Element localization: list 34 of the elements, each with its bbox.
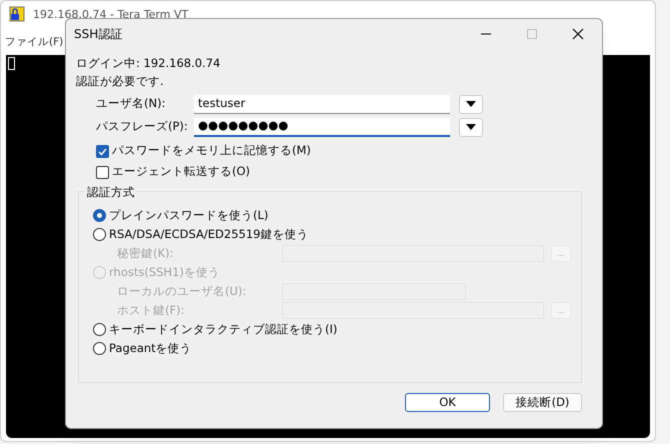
prompt-text: 認証が必要です. [76,73,165,90]
radio-label: キーボードインタラクティブ認証を使う(I) [109,320,338,338]
checkbox-label: エージェント転送する(O) [112,163,250,180]
radio-label: rhosts(SSH1)を使う [109,264,220,281]
checkbox[interactable] [96,144,109,158]
field-label: ユーザ名(N): [96,95,166,112]
input-field[interactable]: testuser [194,94,450,114]
disconnect-button[interactable]: 接続断(D) [503,393,582,412]
caret-icon [466,124,476,130]
checkbox-label: パスワードをメモリ上に記憶する(M) [112,142,311,160]
field-label: ホスト鍵(F): [117,302,186,319]
status-text: ログイン中: 192.168.0.74 [76,55,222,72]
dropdown-button[interactable] [459,118,483,136]
app-icon [9,6,25,22]
close-icon[interactable] [572,28,584,40]
window-title: 192.168.0.74 - Tera Term VT [33,8,188,20]
radio-label: RSA/DSA/ECDSA/ED25519鍵を使う [109,226,308,243]
dropdown-button[interactable] [459,94,483,114]
radio-label: プレインパスワードを使う(L) [109,206,268,224]
field-label: ローカルのユーザ名(U): [117,282,248,300]
menu-item[interactable]: ファイル(F) [5,35,64,51]
radio-label: Pageantを使う [109,340,192,357]
radio-button[interactable] [93,209,106,222]
radio-button[interactable] [93,228,106,241]
radio-button[interactable] [93,323,106,336]
radio-button[interactable] [93,342,106,355]
dialog-title: SSH認証 [74,26,124,43]
caret-icon [466,101,476,107]
ok-button[interactable]: OK [405,393,490,412]
checkbox[interactable] [96,166,109,178]
field-label: 秘密鍵(K): [117,244,174,262]
cursor-icon [8,57,15,70]
field-label: パスフレーズ(P): [96,118,189,136]
input-field[interactable]: ●●●●●●●●● [194,118,450,136]
